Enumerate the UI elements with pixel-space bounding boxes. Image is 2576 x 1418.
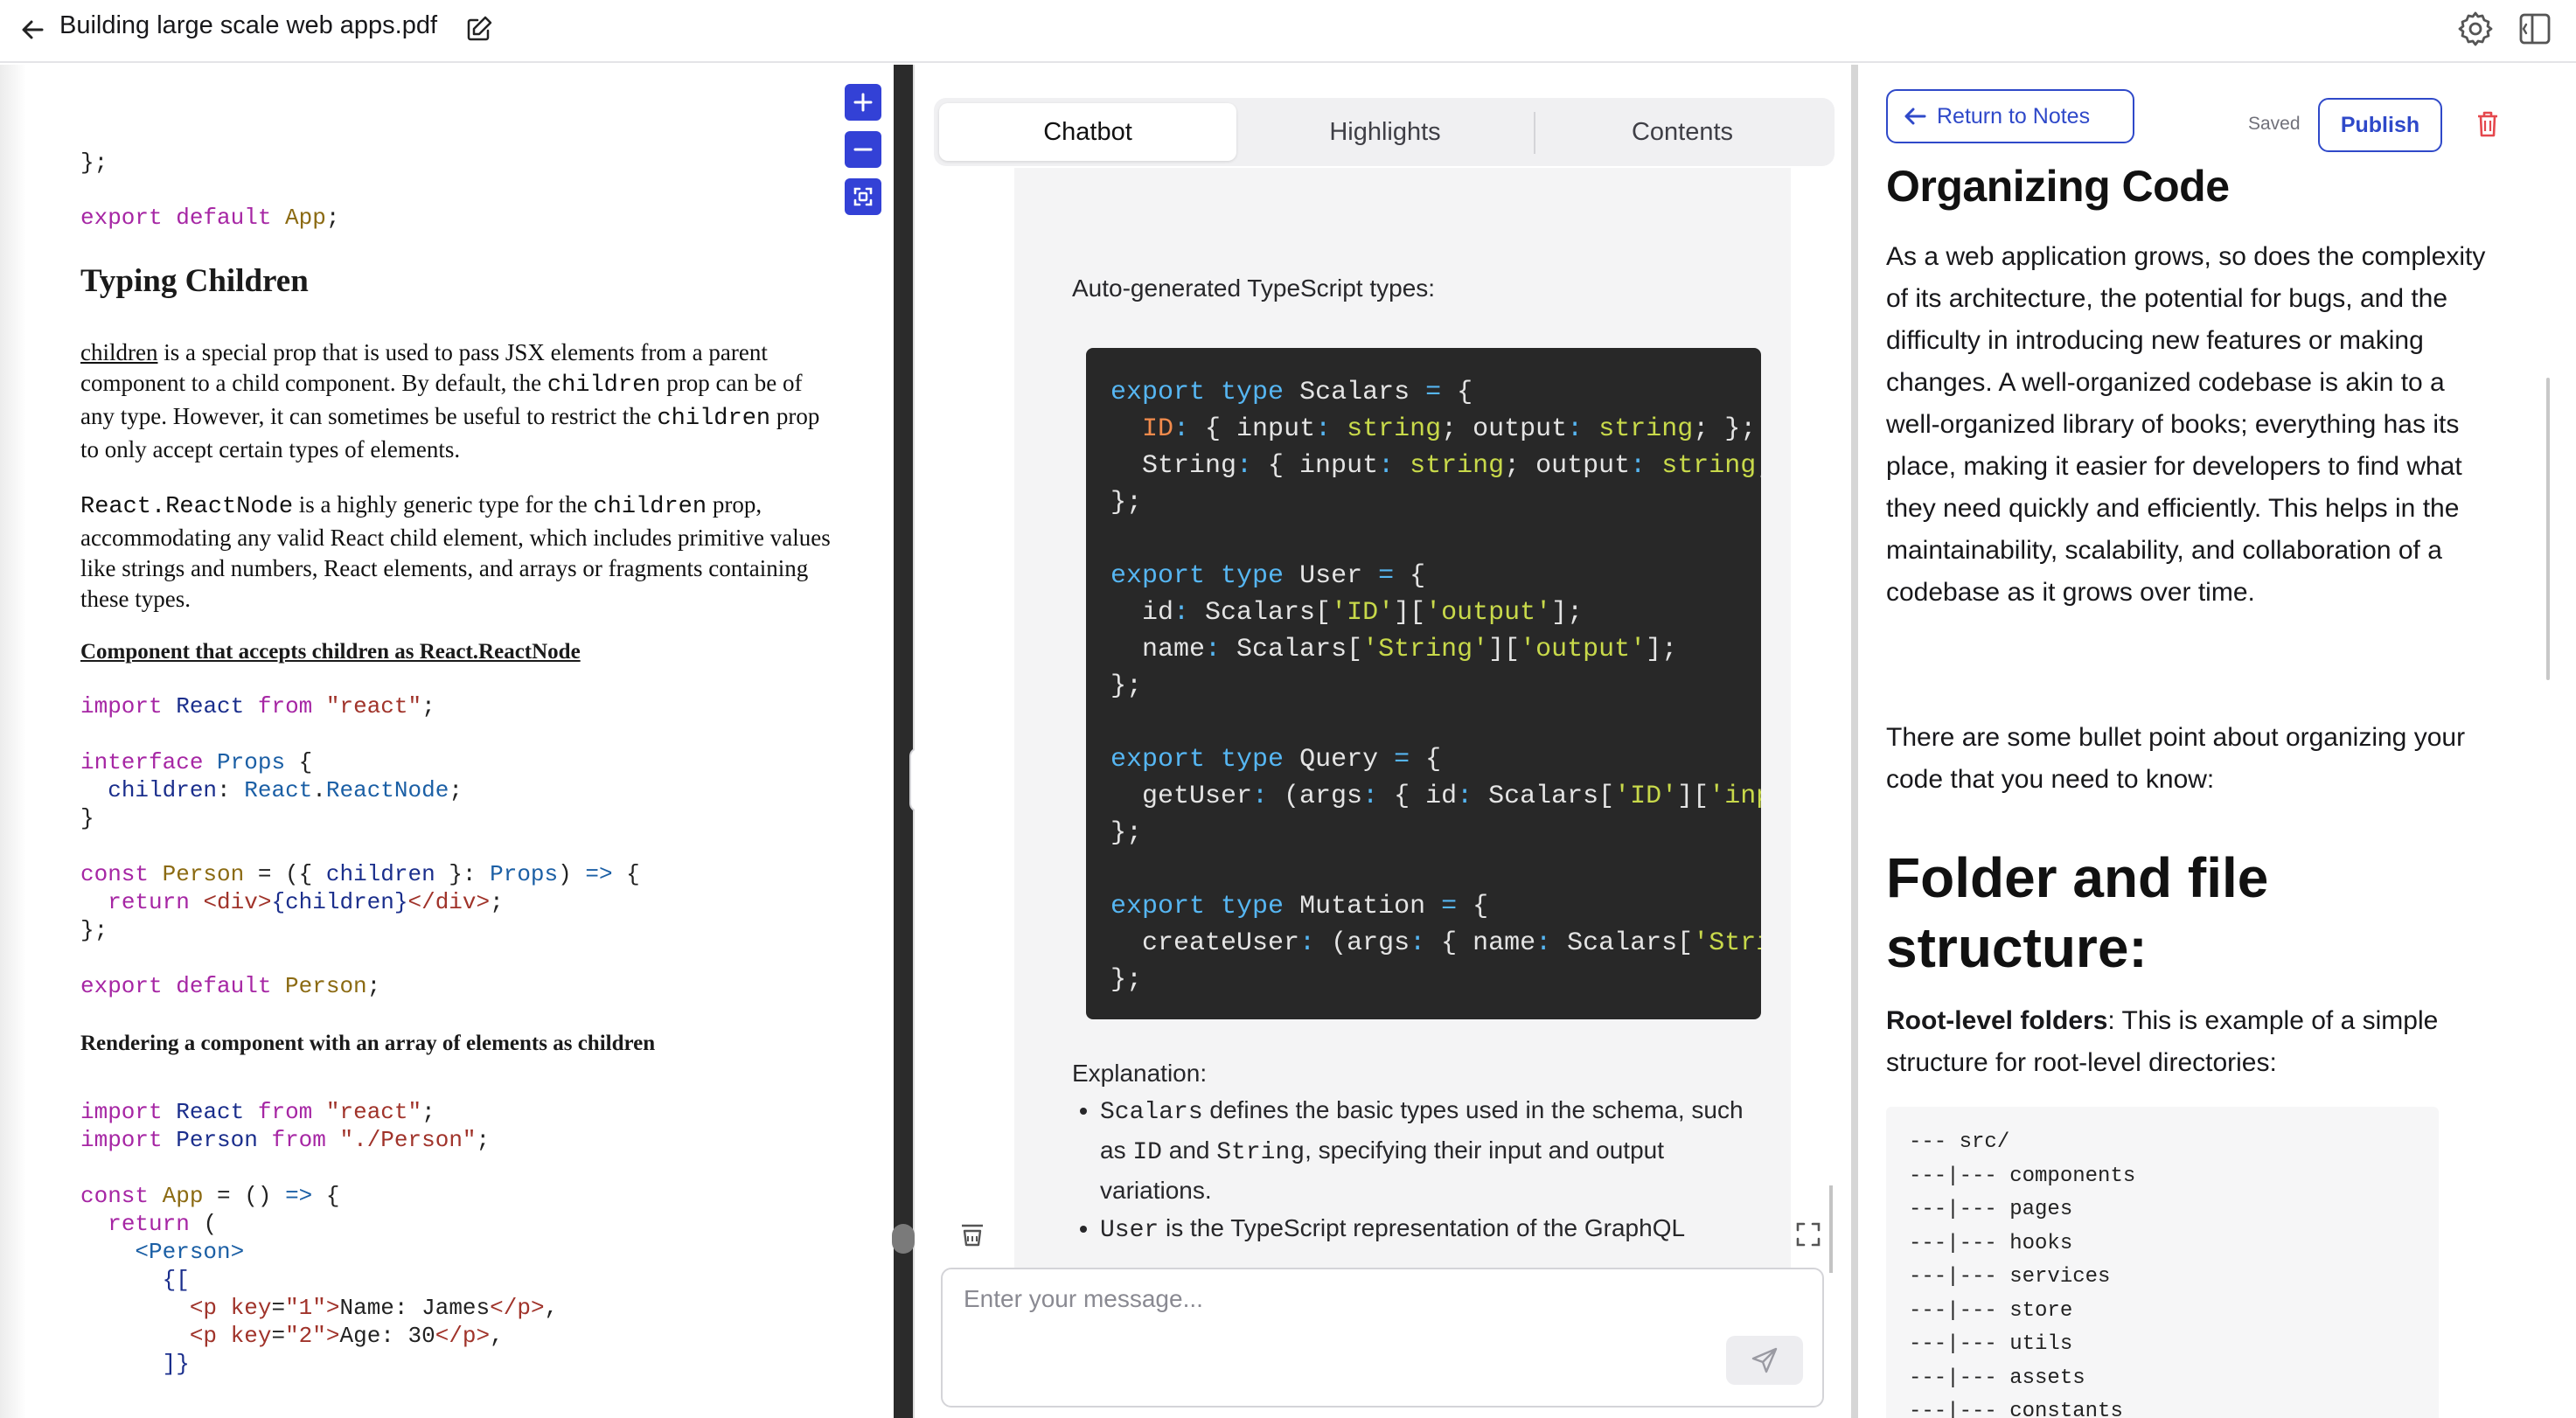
tree-line: --- src/ [1909,1130,2010,1154]
publish-button[interactable]: Publish [2318,98,2442,152]
zoom-out-button[interactable] [845,131,881,168]
message-input[interactable]: Enter your message... [964,1285,1203,1313]
code-snippet-end: }; [80,149,108,176]
return-to-notes-button[interactable]: Return to Notes [1886,89,2134,143]
minus-icon [853,148,873,151]
note-paragraph: Root-level folders: This is example of a… [1886,1000,2498,1084]
tree-line: ---|--- store [1909,1298,2073,1323]
notes-panel: Return to Notes Saved Publish Organizing… [1858,65,2576,1418]
gear-icon[interactable] [2455,9,2496,49]
message-composer[interactable]: Enter your message... [941,1268,1824,1408]
return-label: Return to Notes [1937,103,2091,129]
explanation-label: Explanation: [1072,1060,1208,1087]
tab-contents[interactable]: Contents [1535,103,1829,161]
top-bar: Building large scale web apps.pdf [0,0,2576,63]
fit-page-button[interactable] [845,178,881,215]
bold-text: Root-level folders [1886,1006,2108,1035]
inline-code: children [657,406,771,432]
sidebar-toggle-icon[interactable] [2515,9,2555,49]
note-paragraph: There are some bullet point about organi… [1886,723,2466,794]
note-title: Organizing Code [1886,162,2230,211]
code-block-person: import React from "react"; interface Pro… [80,693,640,999]
typescript-code: export type Scalars = { ID: { input: str… [1110,378,1761,995]
fit-screen-icon [853,187,873,206]
send-icon [1751,1347,1778,1373]
code-export-app: export default App; [80,205,340,231]
tab-bar: Chatbot Highlights Contents [934,98,1835,166]
tree-line: ---|--- pages [1909,1198,2073,1221]
trash-icon[interactable] [2472,108,2503,140]
pdf-viewer[interactable]: }; export default App; Typing Children c… [0,65,894,1418]
note-paragraph: As a web application grows, so does the … [1886,242,2486,607]
tab-chatbot[interactable]: Chatbot [939,103,1236,161]
bot-message: Auto-generated TypeScript types: export … [1014,168,1791,1271]
edit-icon[interactable] [463,13,495,45]
message-intro: Auto-generated TypeScript types: [1072,275,1436,302]
tree-line: ---|--- utils [1909,1332,2073,1356]
expand-icon[interactable] [1793,1219,1824,1250]
inline-code: children [547,372,661,399]
subheading-reactnode: Component that accepts children as React… [80,640,581,664]
tree-line: ---|--- components [1909,1164,2136,1188]
plus-icon [853,93,873,112]
paragraph-children: children is a special prop that is used … [80,337,832,465]
list-item: User is the TypeScript representation of… [1100,1209,1763,1249]
tab-highlights[interactable]: Highlights [1236,103,1534,161]
code-block: export type Scalars = { ID: { input: str… [1086,348,1761,1019]
inline-code: Scalars [1100,1099,1203,1126]
note-heading: Folder and file structure: [1886,846,2269,979]
list-text: and [1161,1136,1217,1164]
folder-tree-block: --- src/ ---|--- components ---|--- pages -… [1886,1107,2439,1418]
file-title: Building large scale web apps.pdf [59,11,438,39]
inline-code: User [1100,1217,1159,1244]
tree-line: ---|--- constants [1909,1400,2123,1418]
paragraph-text: is a highly generic type for the [293,491,594,518]
saved-status: Saved [2248,114,2301,134]
children-link[interactable]: children [80,339,157,365]
section-heading: Typing Children [80,263,309,299]
tree-line: ---|--- hooks [1909,1231,2073,1255]
pane-divider[interactable] [894,65,913,1418]
arrow-left-icon[interactable] [16,12,51,47]
inline-code: React.ReactNode [80,494,294,520]
broom-icon[interactable] [957,1219,988,1250]
code-block-app: import React from "react"; import Person… [80,1099,559,1377]
page-shadow [0,65,26,1418]
zoom-in-button[interactable] [845,84,881,121]
folder-tree: --- src/ ---|--- components ---|--- pages -… [1909,1126,2135,1418]
chat-panel: Chatbot Highlights Contents Auto-generat… [915,65,1851,1418]
list-text: is the TypeScript representation of the … [1159,1214,1686,1241]
notes-divider[interactable] [1851,65,1858,1418]
explanation-list: Scalars defines the basic types used in … [1072,1091,1763,1249]
scroll-thumb[interactable] [892,1224,915,1254]
inline-code: children [593,494,707,520]
list-item: Scalars defines the basic types used in … [1100,1091,1763,1209]
subheading-array: Rendering a component with an array of e… [80,1032,656,1055]
send-button[interactable] [1726,1336,1803,1385]
paragraph-reactnode: React.ReactNode is a highly generic type… [80,490,832,615]
tree-line: ---|--- assets [1909,1366,2085,1390]
notes-scrollbar[interactable] [2546,378,2550,680]
message-scrollbar[interactable] [1829,1185,1833,1273]
tree-line: ---|--- services [1909,1265,2111,1289]
arrow-left-icon [1904,108,1926,125]
inline-code: String [1216,1139,1305,1166]
inline-code: ID [1132,1139,1162,1166]
